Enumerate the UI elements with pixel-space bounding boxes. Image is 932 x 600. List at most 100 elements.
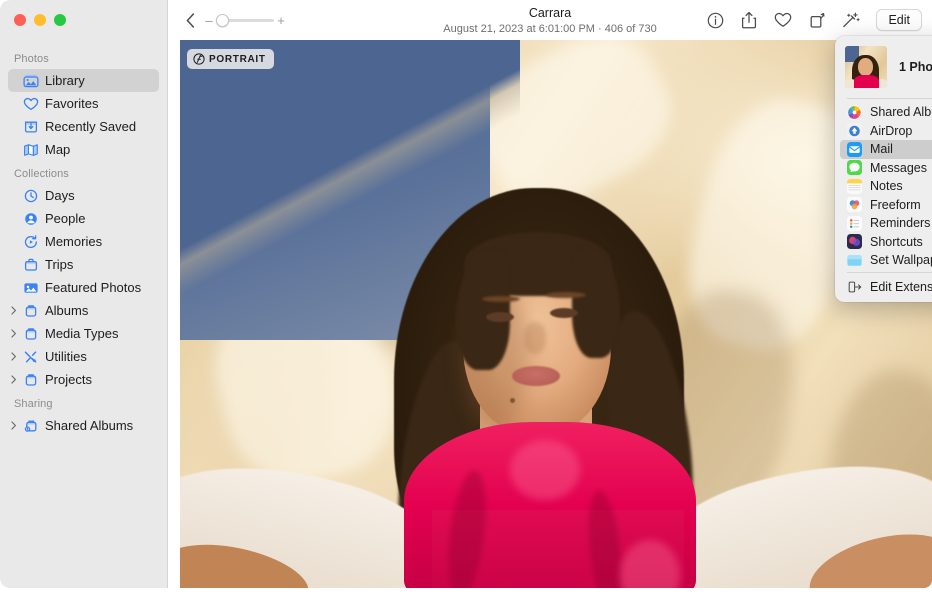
minimize-window-button[interactable] bbox=[34, 14, 46, 26]
share-item-reminders[interactable]: Reminders bbox=[840, 214, 932, 233]
portrait-badge: PORTRAIT bbox=[187, 49, 274, 69]
edit-button[interactable]: Edit bbox=[876, 9, 922, 31]
sidebar-item-utilities[interactable]: Utilities bbox=[8, 345, 159, 368]
chevron-right-icon[interactable] bbox=[9, 352, 19, 362]
enhance-icon bbox=[842, 12, 860, 29]
sidebar-section-header-collections: Collections bbox=[0, 161, 167, 184]
map-icon bbox=[22, 142, 39, 158]
clock-icon bbox=[22, 188, 39, 204]
sidebar-item-label: Utilities bbox=[45, 349, 87, 364]
share-popover-header: 1 Photo Selected bbox=[835, 44, 932, 98]
portrait-badge-label: PORTRAIT bbox=[209, 54, 266, 65]
sidebar-item-memories[interactable]: Memories bbox=[8, 230, 159, 253]
chevron-right-icon[interactable] bbox=[9, 306, 19, 316]
share-item-label: Set Wallpaper bbox=[870, 253, 932, 267]
page-title: Carrara bbox=[430, 6, 670, 21]
share-item-mail[interactable]: Mail bbox=[840, 140, 932, 159]
sidebar-item-favorites[interactable]: Favorites bbox=[8, 92, 159, 115]
zoom-slider[interactable] bbox=[216, 12, 274, 28]
edit-button-label: Edit bbox=[888, 13, 910, 27]
edit-extensions-item[interactable]: Edit Extensions… bbox=[840, 278, 932, 297]
sidebar-item-label: Albums bbox=[45, 303, 88, 318]
mail-app-icon bbox=[847, 142, 862, 157]
share-item-airdrop[interactable]: AirDrop bbox=[840, 122, 932, 141]
favorite-button[interactable] bbox=[770, 8, 796, 32]
share-item-set-wallpaper[interactable]: Set Wallpaper bbox=[840, 251, 932, 270]
zoom-slider-control[interactable]: – + bbox=[204, 12, 286, 28]
library-icon bbox=[22, 73, 39, 89]
share-item-label: Messages bbox=[870, 161, 927, 175]
album-icon bbox=[22, 303, 39, 319]
sidebar-item-albums[interactable]: Albums bbox=[8, 299, 159, 322]
sidebar-item-library[interactable]: Library bbox=[8, 69, 159, 92]
shortcuts-app-icon bbox=[847, 234, 862, 249]
sidebar-item-label: Map bbox=[45, 142, 70, 157]
share-icon bbox=[741, 11, 757, 29]
sidebar-item-projects[interactable]: Projects bbox=[8, 368, 159, 391]
share-item-shared-albums[interactable]: Shared Albums bbox=[840, 103, 932, 122]
extensions-icon bbox=[847, 279, 862, 294]
chevron-right-icon[interactable] bbox=[9, 375, 19, 385]
auto-enhance-button[interactable] bbox=[838, 8, 864, 32]
share-item-label: Mail bbox=[870, 142, 893, 156]
share-item-messages[interactable]: Messages bbox=[840, 159, 932, 178]
back-button[interactable] bbox=[178, 8, 202, 32]
sidebar-item-trips[interactable]: Trips bbox=[8, 253, 159, 276]
share-item-label: Shortcuts bbox=[870, 235, 923, 249]
sidebar-item-label: Memories bbox=[45, 234, 102, 249]
featured-photos-icon bbox=[22, 280, 39, 296]
sidebar-item-map[interactable]: Map bbox=[8, 138, 159, 161]
share-item-label: Freeform bbox=[870, 198, 921, 212]
zoom-out-label[interactable]: – bbox=[204, 14, 214, 27]
sidebar-item-label: Featured Photos bbox=[45, 280, 141, 295]
photos-window: Photos Library F bbox=[0, 0, 932, 600]
sidebar-item-days[interactable]: Days bbox=[8, 184, 159, 207]
chevron-right-icon[interactable] bbox=[9, 421, 19, 431]
sidebar-item-label: People bbox=[45, 211, 85, 226]
share-item-shortcuts[interactable]: Shortcuts bbox=[840, 233, 932, 252]
photo-viewer[interactable]: PORTRAIT bbox=[180, 40, 932, 588]
selected-photo-thumbnail bbox=[845, 46, 887, 88]
sidebar-item-label: Shared Albums bbox=[45, 418, 133, 433]
share-item-notes[interactable]: Notes bbox=[840, 177, 932, 196]
photo-metadata-subtitle: August 21, 2023 at 6:01:00 PM · 406 of 7… bbox=[430, 22, 670, 36]
zoom-in-label[interactable]: + bbox=[276, 14, 286, 27]
lips bbox=[512, 366, 560, 386]
notes-app-icon bbox=[847, 179, 862, 194]
sidebar-item-media-types[interactable]: Media Types bbox=[8, 322, 159, 345]
zoom-slider-knob[interactable] bbox=[216, 14, 229, 27]
eyebrow bbox=[482, 296, 520, 302]
share-item-freeform[interactable]: Freeform bbox=[840, 196, 932, 215]
share-item-label: Notes bbox=[870, 179, 903, 193]
maximize-window-button[interactable] bbox=[54, 14, 66, 26]
share-menu-popover[interactable]: 1 Photo Selected bbox=[835, 36, 932, 302]
sidebar-scroll-area[interactable]: Photos Library F bbox=[0, 46, 167, 588]
close-window-button[interactable] bbox=[14, 14, 26, 26]
sidebar-item-people[interactable]: People bbox=[8, 207, 159, 230]
main-content: – + Carrara August 21, 2023 at 6:01:00 P… bbox=[168, 0, 932, 600]
sidebar-item-featured-photos[interactable]: Featured Photos bbox=[8, 276, 159, 299]
share-item-label: Reminders bbox=[870, 216, 930, 230]
share-button[interactable] bbox=[736, 8, 762, 32]
heart-icon bbox=[22, 96, 39, 112]
photos-app-icon bbox=[847, 105, 862, 120]
eye bbox=[550, 308, 578, 318]
sidebar-item-shared-albums[interactable]: Shared Albums bbox=[8, 414, 159, 437]
title-block: Carrara August 21, 2023 at 6:01:00 PM · … bbox=[430, 6, 670, 36]
eyebrow bbox=[546, 292, 586, 298]
sidebar-section-header-sharing: Sharing bbox=[0, 391, 167, 414]
sidebar-item-label: Projects bbox=[45, 372, 92, 387]
rotate-button[interactable] bbox=[804, 8, 830, 32]
wallpaper-icon bbox=[847, 253, 862, 268]
album-icon bbox=[22, 372, 39, 388]
person-circle-icon bbox=[22, 211, 39, 227]
memories-icon bbox=[22, 234, 39, 250]
airdrop-icon bbox=[847, 123, 862, 138]
sidebar-item-label: Library bbox=[45, 73, 85, 88]
window-traffic-lights bbox=[14, 14, 66, 26]
info-button[interactable] bbox=[702, 8, 728, 32]
sidebar-item-recently-saved[interactable]: Recently Saved bbox=[8, 115, 159, 138]
chevron-right-icon[interactable] bbox=[9, 329, 19, 339]
freeform-app-icon bbox=[847, 197, 862, 212]
aperture-icon bbox=[193, 53, 205, 65]
